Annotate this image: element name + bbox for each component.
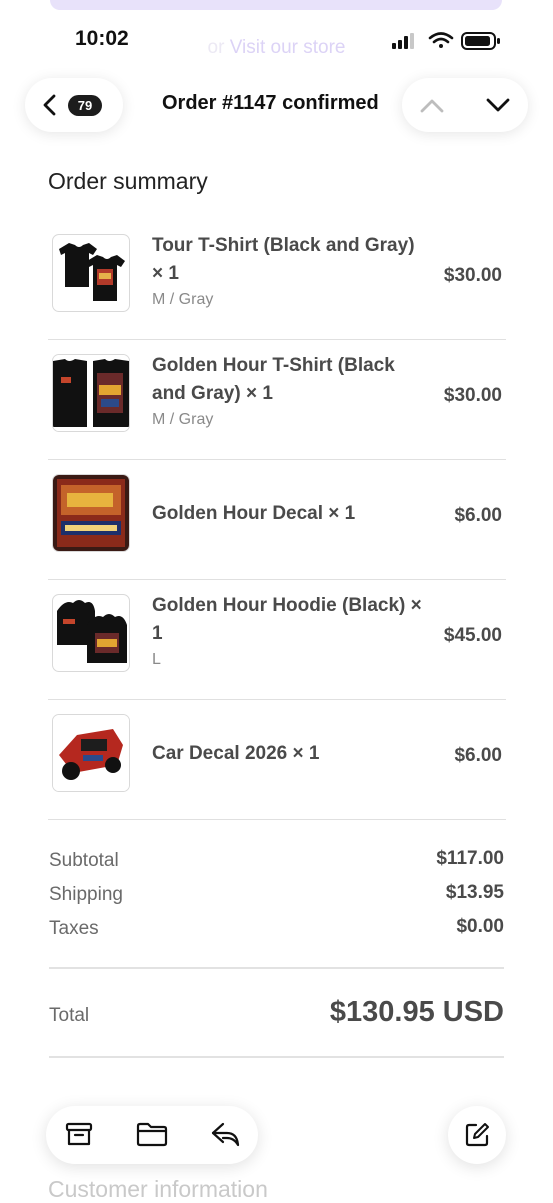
list-item[interactable]: Golden Hour T-Shirt (Black and Gray) × 1…	[48, 340, 506, 460]
item-price: $6.00	[454, 745, 502, 766]
item-price: $6.00	[454, 505, 502, 526]
item-price: $30.00	[443, 385, 502, 406]
compose-button[interactable]	[448, 1106, 506, 1164]
cellular-signal-icon	[392, 33, 414, 49]
status-time: 10:02	[75, 27, 129, 50]
tshirt-thumbnail	[52, 354, 130, 432]
shipping-label: Shipping	[49, 884, 123, 905]
divider	[49, 967, 504, 969]
item-variant: L	[152, 651, 161, 668]
archive-icon[interactable]	[65, 1120, 93, 1148]
total-label: Total	[49, 1005, 90, 1026]
divider	[48, 819, 506, 820]
folder-icon[interactable]	[136, 1120, 168, 1148]
subtotal-label: Subtotal	[49, 850, 119, 871]
item-variant: M / Gray	[152, 291, 214, 308]
unread-count-badge: 79	[68, 95, 102, 116]
item-name: Car Decal 2026 × 1	[152, 743, 320, 764]
wifi-icon	[428, 32, 454, 48]
item-variant: M / Gray	[152, 411, 214, 428]
item-price: $45.00	[443, 625, 502, 646]
item-name: Tour T-Shirt (Black and Gray) × 1	[152, 235, 415, 284]
hoodie-thumbnail	[52, 594, 130, 672]
item-name: Golden Hour T-Shirt (Black and Gray) × 1	[152, 355, 395, 404]
taxes-value: $0.00	[456, 916, 504, 937]
item-price: $30.00	[443, 265, 502, 286]
chevron-up-icon[interactable]	[418, 92, 446, 118]
item-name: Golden Hour Decal × 1	[152, 503, 356, 524]
tshirt-thumbnail	[52, 234, 130, 312]
taxes-label: Taxes	[49, 918, 99, 939]
item-name: Golden Hour Hoodie (Black) × 1	[152, 595, 422, 644]
or-text: or	[207, 37, 225, 58]
chevron-down-icon[interactable]	[484, 92, 512, 118]
compose-icon	[465, 1123, 489, 1147]
divider	[49, 1056, 504, 1058]
customer-information-heading: Customer information	[48, 1176, 268, 1202]
top-banner	[50, 0, 502, 10]
car-decal-thumbnail	[52, 714, 130, 792]
order-summary-heading: Order summary	[48, 168, 208, 194]
battery-icon	[461, 32, 500, 50]
bottom-toolbar	[46, 1106, 258, 1164]
page-title: Order #1147 confirmed	[162, 92, 379, 114]
list-item[interactable]: Golden Hour Hoodie (Black) × 1 L $45.00	[48, 580, 506, 700]
list-item[interactable]: Car Decal 2026 × 1 $6.00	[48, 700, 506, 820]
status-icons	[392, 32, 500, 50]
message-navigation	[402, 78, 528, 132]
subtotal-value: $117.00	[436, 848, 504, 869]
chevron-left-icon	[43, 94, 56, 116]
reply-icon[interactable]	[209, 1120, 241, 1148]
total-value: $130.95 USD	[329, 996, 504, 1028]
shipping-value: $13.95	[445, 882, 504, 903]
back-button[interactable]: 79	[25, 78, 123, 132]
decal-thumbnail	[52, 474, 130, 552]
list-item[interactable]: Golden Hour Decal × 1 $6.00	[48, 460, 506, 580]
visit-store-link[interactable]: Visit our store	[230, 37, 346, 58]
list-item[interactable]: Tour T-Shirt (Black and Gray) × 1 M / Gr…	[48, 220, 506, 340]
